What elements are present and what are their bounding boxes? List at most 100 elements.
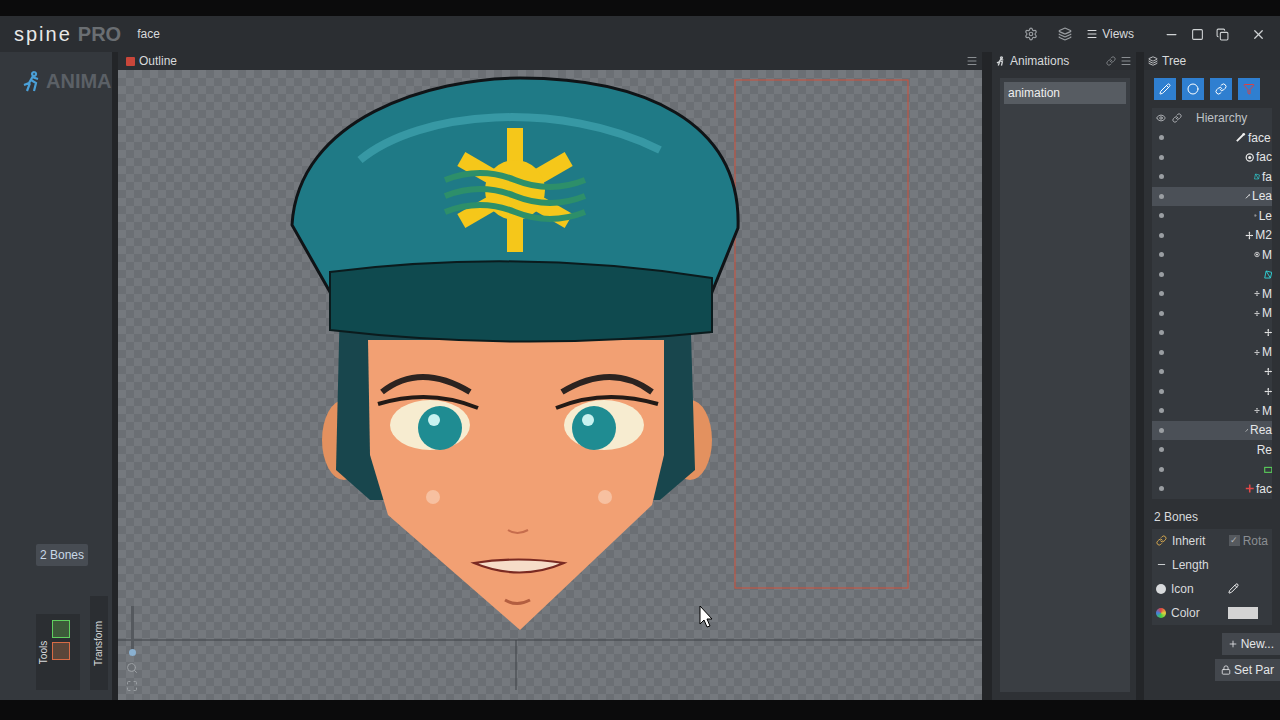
y-axis — [516, 640, 517, 690]
tree-row[interactable] — [1152, 460, 1272, 480]
visibility-dot[interactable] — [1159, 174, 1164, 179]
visibility-dot[interactable] — [1159, 369, 1164, 374]
tree-row[interactable]: Rea — [1152, 421, 1272, 441]
constraints-filter-button[interactable] — [1210, 78, 1232, 100]
color-swatch[interactable] — [1228, 607, 1258, 619]
transform-toolbar[interactable]: Transform — [90, 596, 108, 690]
window-title: face — [137, 25, 160, 43]
settings-gear-icon[interactable] — [1024, 27, 1038, 41]
tree-row[interactable]: M — [1152, 284, 1272, 304]
tree-button[interactable]: New... — [1222, 633, 1280, 655]
maximize-icon[interactable] — [1216, 28, 1229, 41]
tools-toolbar[interactable]: Tools — [36, 614, 80, 690]
tree-row[interactable]: M2 — [1152, 226, 1272, 246]
tree-row[interactable] — [1152, 382, 1272, 402]
tree-row[interactable]: M — [1152, 401, 1272, 421]
property-row[interactable]: Icon — [1152, 577, 1272, 601]
node-icon — [1254, 405, 1260, 416]
zoom-handle[interactable] — [129, 649, 136, 656]
weights-tool-icon[interactable] — [52, 642, 70, 660]
viewport-menu-icon[interactable] — [966, 55, 978, 67]
bones-filter-button[interactable] — [1154, 78, 1176, 100]
x-axis — [118, 640, 982, 641]
outline-tab-icon — [126, 57, 135, 66]
node-icon — [1254, 308, 1260, 319]
visibility-dot[interactable] — [1159, 408, 1164, 413]
face-artwork[interactable] — [118, 70, 982, 690]
tree-row[interactable] — [1152, 265, 1272, 285]
tree-row[interactable] — [1152, 362, 1272, 382]
visibility-dot[interactable] — [1159, 447, 1164, 452]
visibility-dot[interactable] — [1159, 291, 1164, 296]
pose-tool-icon[interactable] — [52, 620, 70, 638]
restore-icon[interactable] — [1191, 28, 1204, 41]
mesh-icon — [1264, 269, 1273, 280]
property-row[interactable]: Color — [1152, 601, 1272, 625]
slots-filter-button[interactable] — [1182, 78, 1204, 100]
tree-row[interactable]: fac — [1152, 479, 1272, 499]
pin-icon[interactable] — [1106, 56, 1116, 66]
visibility-dot[interactable] — [1159, 467, 1164, 472]
visibility-dot[interactable] — [1159, 233, 1164, 238]
visibility-dot[interactable] — [1159, 428, 1164, 433]
node-icon — [1264, 386, 1273, 397]
fit-icon[interactable] — [126, 680, 138, 692]
mode-label[interactable]: ANIMA — [22, 66, 112, 96]
tree-header: Tree — [1144, 52, 1280, 70]
tree-row[interactable]: Le — [1152, 206, 1272, 226]
tree-row[interactable]: M — [1152, 245, 1272, 265]
visibility-dot[interactable] — [1159, 135, 1164, 140]
minimize-icon[interactable] — [1164, 27, 1179, 42]
animation-item[interactable]: animation — [1004, 82, 1126, 104]
zoom-icon[interactable] — [126, 662, 138, 674]
tree-buttons: New... Set Par — [1144, 633, 1280, 681]
checkbox-box[interactable]: ✓ — [1229, 535, 1240, 546]
visibility-dot[interactable] — [1159, 155, 1164, 160]
close-icon[interactable] — [1251, 27, 1266, 42]
bone-icon-value-icon[interactable] — [1228, 583, 1239, 594]
bone-icon — [1235, 132, 1246, 143]
bottom-strip — [0, 700, 1280, 720]
inherit-icon — [1156, 535, 1167, 546]
tree-row[interactable]: Lea — [1152, 187, 1272, 207]
tree-row[interactable]: Re — [1152, 440, 1272, 460]
tree-row-label: M2 — [1255, 226, 1272, 244]
visibility-dot[interactable] — [1159, 252, 1164, 257]
visibility-dot[interactable] — [1159, 213, 1164, 218]
mesh-icon — [1254, 171, 1260, 182]
edition: PRO — [78, 19, 121, 49]
tree-row[interactable]: M — [1152, 343, 1272, 363]
visibility-dot[interactable] — [1159, 389, 1164, 394]
tree-row[interactable]: fac — [1152, 148, 1272, 168]
viewport-canvas[interactable] — [118, 70, 982, 700]
gap — [1136, 52, 1144, 700]
plus-icon — [1228, 639, 1238, 649]
toolbars: Tools Transform — [36, 596, 112, 690]
outline-tab[interactable]: Outline — [122, 52, 181, 70]
tree-row[interactable]: face — [1152, 128, 1272, 148]
visibility-dot[interactable] — [1159, 194, 1164, 199]
inherit-checkbox[interactable]: ✓Rota — [1229, 532, 1268, 550]
property-label: Icon — [1171, 580, 1215, 598]
visibility-dot[interactable] — [1159, 330, 1164, 335]
visibility-dot[interactable] — [1159, 350, 1164, 355]
tree-button[interactable]: Set Par — [1215, 659, 1280, 681]
tree-row[interactable]: M — [1152, 304, 1272, 324]
layers-icon[interactable] — [1058, 27, 1072, 41]
visibility-dot[interactable] — [1159, 311, 1164, 316]
property-row[interactable]: Inherit✓Rota — [1152, 529, 1272, 553]
length-icon — [1156, 559, 1167, 570]
animations-menu-icon[interactable] — [1120, 55, 1132, 67]
selection-title: 2 Bones — [1144, 505, 1280, 529]
visibility-dot[interactable] — [1159, 486, 1164, 491]
tree-list: HierarchyfacefacfaLeaLeM2MMMMMReaRefac — [1152, 108, 1272, 499]
tree-row[interactable] — [1152, 323, 1272, 343]
tree-row-label: fac — [1256, 480, 1272, 498]
zoom-slider[interactable] — [131, 606, 134, 656]
views-button[interactable]: Views — [1086, 25, 1134, 43]
tree-panel: TreeHierarchyfacefacfaLeaLeM2MMMMMReaRef… — [1144, 52, 1280, 700]
tree-row[interactable]: fa — [1152, 167, 1272, 187]
property-row[interactable]: Length — [1152, 553, 1272, 577]
visibility-dot[interactable] — [1159, 272, 1164, 277]
filter-button[interactable] — [1238, 78, 1260, 100]
